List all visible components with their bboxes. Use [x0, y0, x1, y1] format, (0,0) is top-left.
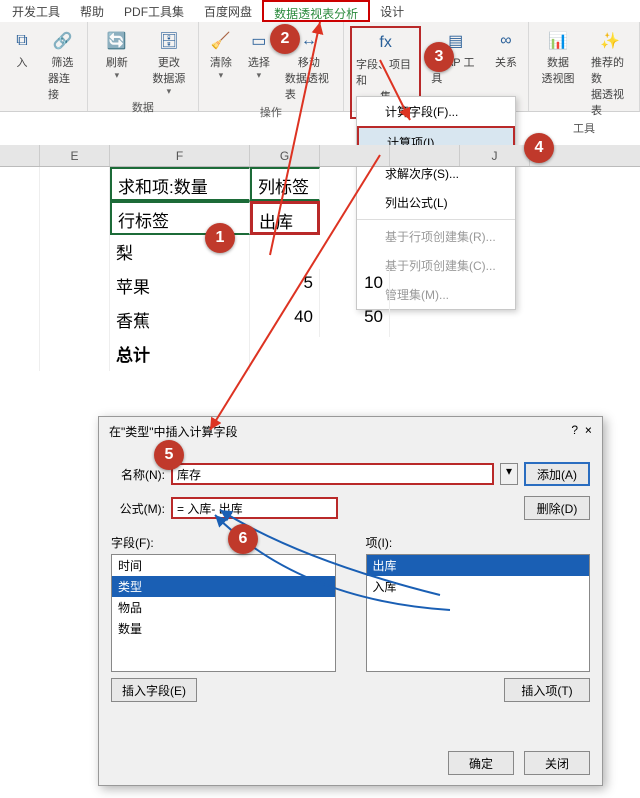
fx-icon: fx [373, 30, 399, 56]
rec-icon: ✨ [597, 28, 623, 54]
col-g[interactable]: G [250, 145, 320, 166]
tab-dev[interactable]: 开发工具 [2, 0, 70, 22]
delete-button[interactable]: 删除(D) [524, 496, 590, 520]
cell-apple-in[interactable]: 10 [320, 269, 390, 303]
col-e[interactable]: E [40, 145, 110, 166]
marker-1: 1 [205, 223, 235, 253]
formula-input[interactable] [171, 497, 338, 519]
field-item[interactable]: 数量 [112, 618, 335, 639]
group-label-tools: 工具 [573, 120, 595, 136]
item-row[interactable]: 入库 [367, 576, 590, 597]
cell-banana-out[interactable]: 40 [250, 303, 320, 337]
insert-calc-item-dialog: 在"类型"中插入计算字段 ? × 名称(N): ▾ 添加(A) 公式(M): 删… [98, 416, 603, 786]
pivotchart-button[interactable]: 📊数据透视图 [535, 26, 581, 120]
spreadsheet: E F G J 求和项:数量 列标签 行标签 出库 梨 苹果 5 10 香蕉 4… [0, 145, 640, 371]
field-item[interactable]: 时间 [112, 555, 335, 576]
ok-button[interactable]: 确定 [448, 751, 514, 775]
formula-label: 公式(M): [111, 500, 165, 517]
menu-calc-field[interactable]: 计算字段(F)... [357, 97, 515, 126]
fields-list-label: 字段(F): [111, 534, 336, 551]
tab-baidu[interactable]: 百度网盘 [194, 0, 262, 22]
name-dropdown-button[interactable]: ▾ [500, 463, 518, 485]
ribbon-tabs: 开发工具 帮助 PDF工具集 百度网盘 数据透视表分析 设计 [0, 0, 640, 22]
select-icon: ▭ [246, 28, 272, 54]
clear-icon: 🧹 [208, 28, 234, 54]
fields-listbox[interactable]: 时间 类型 物品 数量 [111, 554, 336, 672]
chart-icon: 📊 [545, 28, 571, 54]
dialog-title: 在"类型"中插入计算字段 [109, 423, 238, 440]
slicer-connect-button[interactable]: 🔗筛选器连接 [44, 26, 81, 104]
change-source-button[interactable]: 🗄更改数据源▾ [146, 26, 192, 99]
items-list-label: 项(I): [366, 534, 591, 551]
refresh-icon: 🔄 [104, 28, 130, 54]
slicer-icon: 🔗 [49, 28, 75, 54]
field-item[interactable]: 类型 [112, 576, 335, 597]
name-input[interactable] [171, 463, 494, 485]
col-j[interactable]: J [460, 145, 530, 166]
insert-item-button[interactable]: 插入项(T) [504, 678, 590, 702]
datasource-icon: 🗄 [156, 28, 182, 54]
ribbon: ⧉入 🔗筛选器连接 🔄刷新▾ 🗄更改数据源▾ 数据 🧹清除▾ ▭选择▾ ↔移动数… [0, 22, 640, 112]
items-listbox[interactable]: 出库 入库 [366, 554, 591, 672]
tab-design[interactable]: 设计 [370, 0, 414, 22]
marker-4: 4 [524, 133, 554, 163]
pivot-corner[interactable]: 求和项:数量 [110, 167, 250, 201]
marker-6: 6 [228, 524, 258, 554]
marker-5: 5 [154, 440, 184, 470]
filter-button[interactable]: ⧉入 [6, 26, 38, 104]
group-label-ops: 操作 [260, 104, 282, 120]
help-button[interactable]: ? [571, 423, 578, 437]
filter-icon: ⧉ [9, 28, 35, 54]
name-label: 名称(N): [111, 466, 165, 483]
tab-help[interactable]: 帮助 [70, 0, 114, 22]
group-label-data: 数据 [132, 99, 154, 115]
close-button[interactable]: × [585, 423, 592, 437]
marker-3: 3 [424, 42, 454, 72]
row-total[interactable]: 总计 [110, 337, 250, 371]
field-item[interactable]: 物品 [112, 597, 335, 618]
chevron-down-icon: ▾ [115, 70, 120, 81]
refresh-button[interactable]: 🔄刷新▾ [94, 26, 140, 99]
tab-pdf[interactable]: PDF工具集 [114, 0, 194, 22]
clear-button[interactable]: 🧹清除▾ [205, 26, 237, 104]
pivot-out-col[interactable]: 出库 [250, 201, 320, 235]
row-apple[interactable]: 苹果 [110, 269, 250, 303]
marker-2: 2 [270, 24, 300, 54]
tab-pivot-analyze[interactable]: 数据透视表分析 [262, 0, 370, 22]
cell-banana-in[interactable]: 50 [320, 303, 390, 337]
item-row[interactable]: 出库 [367, 555, 590, 576]
recommended-button[interactable]: ✨推荐的数据透视表 [587, 26, 633, 120]
cell-apple-out[interactable]: 5 [250, 269, 320, 303]
insert-field-button[interactable]: 插入字段(E) [111, 678, 197, 702]
col-f[interactable]: F [110, 145, 250, 166]
close-dialog-button[interactable]: 关闭 [524, 751, 590, 775]
add-button[interactable]: 添加(A) [524, 462, 590, 486]
rel-icon: ∞ [493, 28, 519, 54]
pivot-col-label[interactable]: 列标签 [250, 167, 320, 201]
row-banana[interactable]: 香蕉 [110, 303, 250, 337]
